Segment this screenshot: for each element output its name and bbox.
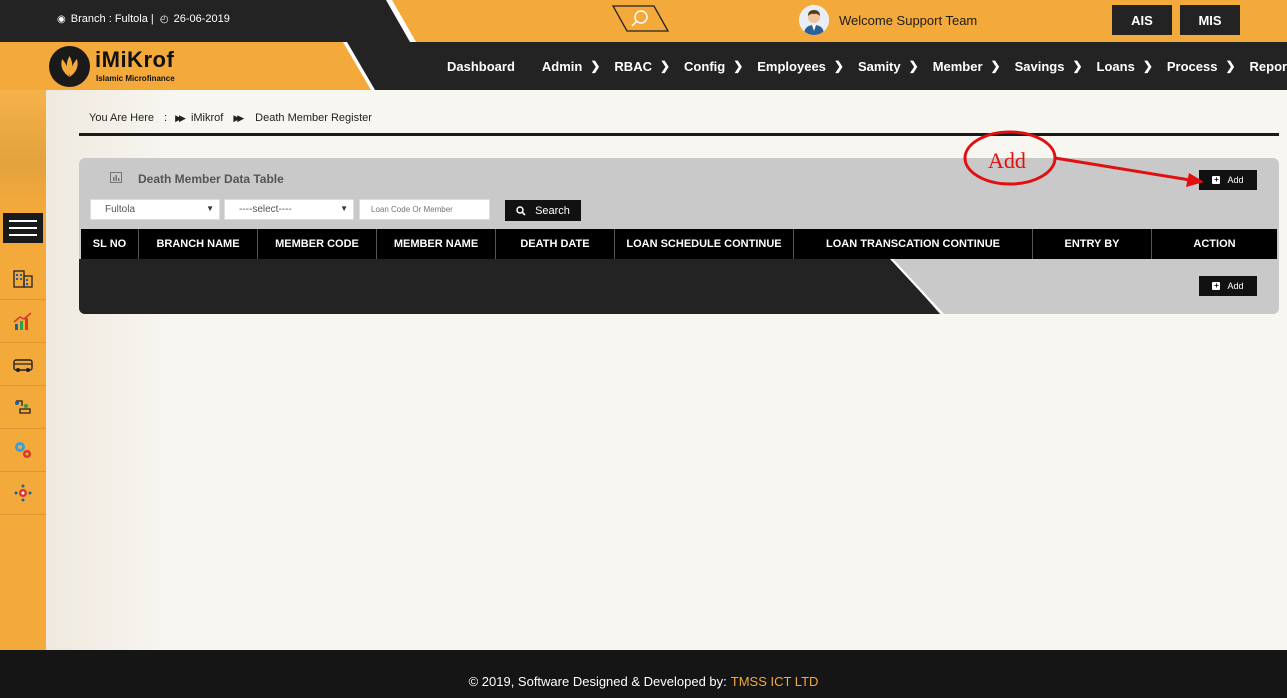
global-search-button[interactable] xyxy=(611,5,670,32)
breadcrumb-prefix: You Are Here xyxy=(89,112,155,124)
double-arrow-icon: ▶▶ xyxy=(175,112,186,123)
nav-item-config[interactable]: Config ❯ xyxy=(684,59,743,74)
welcome-text: Welcome Support Team xyxy=(839,12,978,28)
table-header: SL NO BRANCH NAME MEMBER CODE MEMBER NAM… xyxy=(81,229,1277,259)
sidebar-item-transfer[interactable] xyxy=(0,386,46,429)
annotation-label: Add xyxy=(988,148,1026,173)
nav-item-rbac[interactable]: RBAC ❯ xyxy=(614,59,670,74)
chevron-right-icon: ❯ xyxy=(733,59,744,73)
breadcrumb-divider xyxy=(79,133,1279,136)
double-arrow-icon: ▶▶ xyxy=(233,112,244,123)
nav-item-process[interactable]: Process ❯ xyxy=(1167,59,1236,74)
col-member-code: MEMBER CODE xyxy=(258,229,377,259)
dropdown-arrow-icon: ▼ xyxy=(340,204,348,213)
nav-item-samity[interactable]: Samity ❯ xyxy=(858,59,919,74)
search-button[interactable]: Search xyxy=(505,200,581,221)
plus-icon: + xyxy=(1212,175,1221,184)
vehicle-icon xyxy=(13,359,33,372)
col-member-name: MEMBER NAME xyxy=(377,229,496,259)
chevron-right-icon: ❯ xyxy=(990,59,1001,73)
clock-icon: ◴ xyxy=(159,14,169,25)
data-table-panel: Death Member Data Table + Add Fultola ▼ … xyxy=(79,158,1279,314)
growth-chart-icon xyxy=(13,312,32,330)
chevron-right-icon: ❯ xyxy=(590,59,601,73)
breadcrumb-home[interactable]: iMikrof xyxy=(191,112,223,124)
nav-item-reports[interactable]: Reports❯ xyxy=(1250,59,1287,74)
network-icon xyxy=(14,484,32,502)
search-icon xyxy=(516,205,526,216)
breadcrumb-current: Death Member Register xyxy=(255,112,372,124)
col-loan-schedule-continue: LOAN SCHEDULE CONTINUE xyxy=(615,229,794,259)
nav-item-employees[interactable]: Employees ❯ xyxy=(757,59,844,74)
sidebar-item-network[interactable] xyxy=(0,472,46,515)
panel-footer-dark xyxy=(79,259,940,314)
add-label: Add xyxy=(1227,281,1244,291)
nav-item-member[interactable]: Member ❯ xyxy=(933,59,1001,74)
chevron-right-icon: ❯ xyxy=(1225,59,1236,73)
branch-info: ◉ Branch : Fultola | ◴ 26-06-2019 xyxy=(57,13,230,25)
footer-brand-link[interactable]: TMSS ICT LTD xyxy=(731,674,819,689)
nav-item-loans[interactable]: Loans ❯ xyxy=(1097,59,1153,74)
globe-icon: ◉ xyxy=(57,14,66,25)
building-icon xyxy=(13,270,33,288)
col-branch-name: BRANCH NAME xyxy=(139,229,258,259)
col-action: ACTION xyxy=(1193,238,1236,250)
branch-label: Branch : Fultola | xyxy=(70,13,154,25)
loan-code-search-input[interactable] xyxy=(359,199,490,220)
mis-button[interactable]: MIS xyxy=(1180,5,1240,35)
annotation-overlay xyxy=(963,130,1204,187)
chevron-right-icon: ❯ xyxy=(1142,59,1153,73)
date-label: 26-06-2019 xyxy=(173,13,230,25)
logo-subtitle: Islamic Microfinance xyxy=(96,74,175,83)
sidebar-item-car[interactable] xyxy=(0,343,46,386)
col-sl-no: SL NO xyxy=(81,229,139,259)
breadcrumb: You Are Here : ▶▶ iMikrof ▶▶ Death Membe… xyxy=(89,112,372,124)
panel-title: Death Member Data Table xyxy=(138,172,284,186)
footer-text: © 2019, Software Designed & Developed by… xyxy=(468,673,727,689)
ais-button[interactable]: AIS xyxy=(1112,5,1172,35)
search-icon xyxy=(611,5,670,32)
menu-toggle-icon[interactable] xyxy=(3,213,43,243)
col-entry-by: ENTRY BY xyxy=(1033,229,1152,259)
nav-item-dashboard[interactable]: Dashboard xyxy=(447,59,515,74)
transfer-icon xyxy=(15,400,31,414)
col-death-date: DEATH DATE xyxy=(496,229,615,259)
add-button[interactable]: + Add xyxy=(1199,170,1257,190)
chevron-right-icon: ❯ xyxy=(659,59,671,73)
logo-icon[interactable] xyxy=(49,46,90,87)
nav-item-savings[interactable]: Savings ❯ xyxy=(1015,59,1083,74)
chevron-right-icon: ❯ xyxy=(1072,59,1083,73)
main-nav: Dashboard Admin ❯ RBAC ❯ Config ❯ Employees… xyxy=(447,42,1287,90)
filter-select[interactable]: ----select---- ▼ xyxy=(224,199,354,220)
footer: © 2019, Software Designed & Developed by… xyxy=(0,650,1287,698)
avatar xyxy=(799,5,829,35)
gear-icon xyxy=(15,442,31,458)
breadcrumb-colon: : xyxy=(164,112,168,124)
branch-select[interactable]: Fultola ▼ xyxy=(90,199,220,220)
bar-chart-icon xyxy=(110,172,122,183)
sidebar-item-building[interactable] xyxy=(0,257,46,300)
sidebar-item-settings[interactable] xyxy=(0,429,46,472)
plus-icon: + xyxy=(1212,281,1221,290)
add-button-bottom[interactable]: + Add xyxy=(1199,276,1257,296)
chevron-right-icon: ❯ xyxy=(908,59,919,73)
sidebar-shade xyxy=(0,90,46,210)
user-welcome[interactable]: Welcome Support Team xyxy=(799,5,977,35)
chevron-right-icon: ❯ xyxy=(833,59,844,73)
add-label: Add xyxy=(1227,175,1244,185)
logo-name[interactable]: iMiKrof xyxy=(95,47,174,73)
nav-item-admin[interactable]: Admin ❯ xyxy=(542,59,601,74)
dropdown-arrow-icon: ▼ xyxy=(206,204,214,213)
col-loan-transaction-continue: LOAN TRANSCATION CONTINUE xyxy=(794,229,1033,259)
sidebar-item-growth[interactable] xyxy=(0,300,46,343)
